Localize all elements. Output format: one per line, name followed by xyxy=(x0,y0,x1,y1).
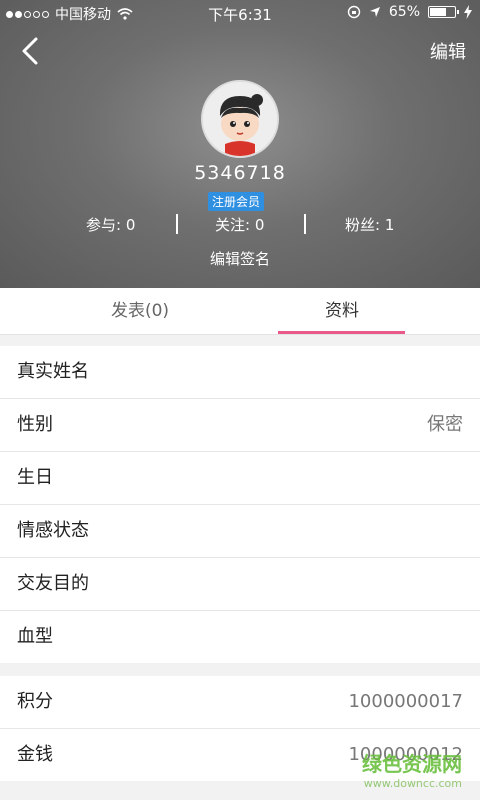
charging-bolt-icon xyxy=(464,5,472,19)
edit-signature-link[interactable]: 编辑签名 xyxy=(0,248,480,269)
avatar[interactable] xyxy=(201,80,279,158)
stats-row: 参与: 0 关注: 0 粉丝: 1 xyxy=(0,212,480,236)
list-item-real-name[interactable]: 真实姓名 xyxy=(0,346,480,399)
profile-info-list: 真实姓名 性别 保密 生日 情感状态 交友目的 血型 xyxy=(0,346,480,663)
member-badge: 注册会员 xyxy=(208,192,265,211)
avatar-face-icon xyxy=(203,82,277,156)
list-item-points[interactable]: 积分 1000000017 xyxy=(0,676,480,729)
field-label: 生日 xyxy=(17,467,53,488)
field-label: 血型 xyxy=(17,626,53,647)
battery-icon xyxy=(428,6,459,18)
back-arrow-icon[interactable] xyxy=(16,36,46,66)
watermark-text: 绿色资源网 xyxy=(362,752,462,776)
field-label: 真实姓名 xyxy=(17,361,89,382)
field-value: 保密 xyxy=(427,414,463,435)
profile-tabs: 发表(0) 资料 xyxy=(0,288,480,335)
status-bar: 中国移动 下午6:31 65% xyxy=(0,0,480,26)
stat-fans[interactable]: 粉丝: 1 xyxy=(345,214,394,235)
field-value: 1000000017 xyxy=(348,691,463,712)
username: 5346718 xyxy=(194,162,286,184)
list-item-blood-type[interactable]: 血型 xyxy=(0,611,480,663)
field-label: 积分 xyxy=(17,691,53,712)
location-arrow-icon xyxy=(369,7,380,17)
list-item-dating-purpose[interactable]: 交友目的 xyxy=(0,558,480,611)
tab-active-indicator xyxy=(278,331,405,334)
watermark-url: www.downcc.com xyxy=(363,777,462,790)
list-item-relationship-status[interactable]: 情感状态 xyxy=(0,505,480,558)
watermark: 绿色资源网 www.downcc.com xyxy=(362,748,462,790)
stat-divider xyxy=(176,214,178,234)
stat-divider xyxy=(304,214,306,234)
profile-header: 中国移动 下午6:31 65% 编辑 5346718 注册会员 参与: 0 关注… xyxy=(0,0,480,288)
field-label: 交友目的 xyxy=(17,573,89,594)
field-label: 金钱 xyxy=(17,744,53,765)
tab-profile[interactable]: 资料 xyxy=(222,288,462,334)
battery-percent: 65% xyxy=(388,4,420,20)
edit-button[interactable]: 编辑 xyxy=(430,38,466,64)
list-item-gender[interactable]: 性别 保密 xyxy=(0,399,480,452)
stat-participate[interactable]: 参与: 0 xyxy=(86,214,135,235)
stat-following[interactable]: 关注: 0 xyxy=(215,214,264,235)
list-item-birthday[interactable]: 生日 xyxy=(0,452,480,505)
field-label: 情感状态 xyxy=(17,520,89,541)
field-label: 性别 xyxy=(17,414,53,435)
rotation-lock-icon xyxy=(347,5,361,19)
